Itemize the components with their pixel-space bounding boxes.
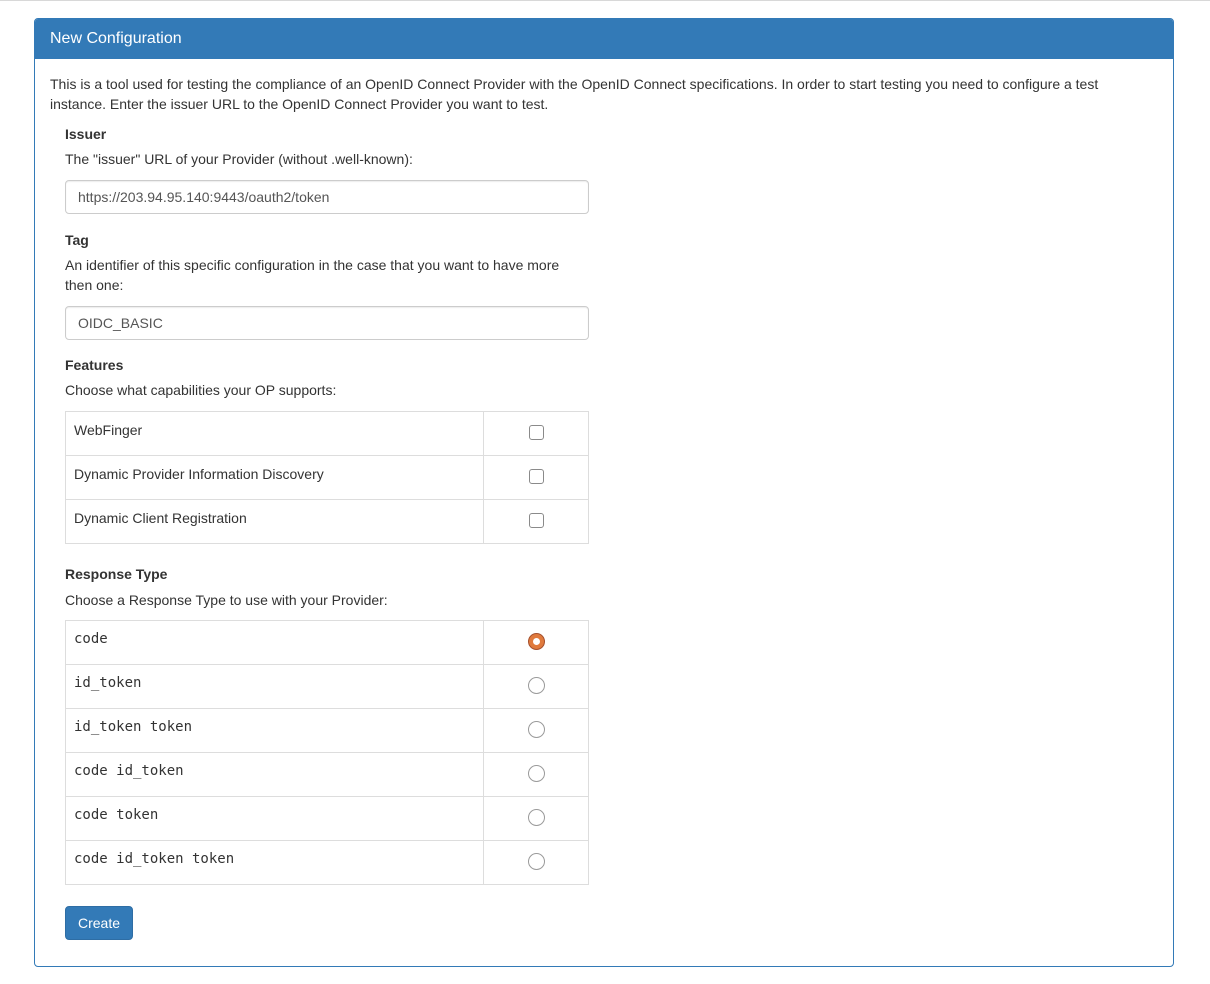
- issuer-help: The "issuer" URL of your Provider (witho…: [65, 151, 413, 167]
- issuer-label: Issuer: [65, 126, 107, 142]
- create-button[interactable]: Create: [65, 906, 134, 940]
- response-type-radio-code[interactable]: [527, 632, 545, 650]
- webfinger-checkbox[interactable]: [528, 424, 544, 440]
- response-type-row: id_token: [65, 664, 589, 709]
- response-type-option-label: code token: [65, 796, 484, 841]
- response-type-option-label: code: [65, 620, 484, 665]
- response-type-row: code id_token token: [65, 840, 589, 885]
- registration-checkbox[interactable]: [528, 512, 544, 528]
- response-type-option-label: code id_token: [65, 752, 484, 797]
- response-type-option-label: id_token token: [65, 708, 484, 753]
- intro-text: This is a tool used for testing the comp…: [50, 76, 1099, 112]
- new-configuration-panel: New Configuration This is a tool used fo…: [34, 18, 1174, 967]
- response-type-row: code id_token: [65, 752, 589, 797]
- feature-row-webfinger: WebFinger: [65, 411, 589, 456]
- response-type-label: Response Type: [65, 566, 168, 582]
- response-type-radio-code-id-token[interactable]: [527, 764, 545, 782]
- feature-row-discovery: Dynamic Provider Information Discovery: [65, 455, 589, 500]
- top-divider: [0, 0, 1210, 1]
- feature-label-registration: Dynamic Client Registration: [65, 499, 484, 544]
- response-type-row: code token: [65, 796, 589, 841]
- configuration-form: Issuer The "issuer" URL of your Provider…: [65, 124, 589, 940]
- tag-input[interactable]: [65, 306, 589, 340]
- panel-title: New Configuration: [35, 19, 1173, 59]
- tag-help: An identifier of this specific configura…: [65, 257, 560, 293]
- discovery-checkbox[interactable]: [528, 468, 544, 484]
- response-type-option-label: id_token: [65, 664, 484, 709]
- response-type-radio-code-id-token-token[interactable]: [527, 852, 545, 870]
- features-table: WebFinger Dynamic Provider Information D…: [65, 411, 589, 544]
- feature-row-registration: Dynamic Client Registration: [65, 499, 589, 544]
- response-type-table: code id_token id_token token code id_tok…: [65, 620, 589, 885]
- response-type-radio-code-token[interactable]: [527, 808, 545, 826]
- response-type-radio-id-token-token[interactable]: [527, 720, 545, 738]
- features-label: Features: [65, 357, 124, 373]
- response-type-option-label: code id_token token: [65, 840, 484, 885]
- tag-label: Tag: [65, 232, 89, 248]
- feature-label-discovery: Dynamic Provider Information Discovery: [65, 455, 484, 500]
- response-type-row: id_token token: [65, 708, 589, 753]
- issuer-url-input[interactable]: [65, 180, 589, 214]
- feature-label-webfinger: WebFinger: [65, 411, 484, 456]
- response-type-row: code: [65, 620, 589, 665]
- features-help: Choose what capabilities your OP support…: [65, 382, 337, 398]
- response-type-help: Choose a Response Type to use with your …: [65, 592, 388, 608]
- response-type-radio-id-token[interactable]: [527, 676, 545, 694]
